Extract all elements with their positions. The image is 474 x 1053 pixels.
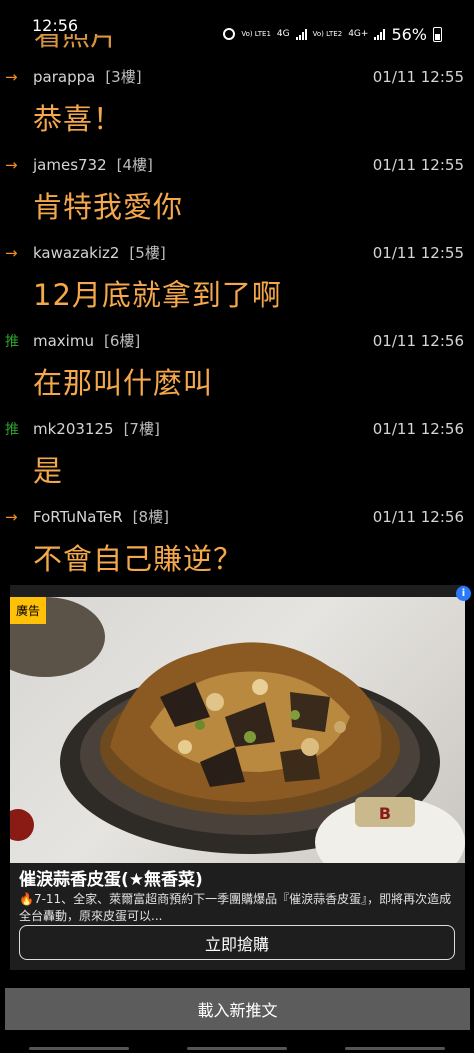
comment-header: → kawazakiz2 [5樓] 01/11 12:55 [5,242,464,263]
battery-percent: 56% [391,24,427,44]
comment-time: 01/11 12:55 [372,243,464,262]
push-tag: 推 [5,333,19,350]
arrow-icon: → [5,67,18,86]
battery-icon [433,26,442,42]
comment-time: 01/11 12:56 [372,419,464,438]
comment-list: → parappa [3樓] 01/11 12:55 恭喜！ → james73… [0,56,474,584]
network1-label: 4G [276,29,290,39]
volte-sim2-icon: Vo) LTE2 [312,30,343,38]
comment-text: 是 [33,454,64,488]
push-tag: 推 [5,421,19,438]
comment-item[interactable]: 推 mk203125 [7樓] 01/11 12:56 是 [0,408,474,496]
comment-time: 01/11 12:56 [372,507,464,526]
arrow-icon: → [5,507,18,526]
comment-time: 01/11 12:55 [372,155,464,174]
comment-text: 肯特我愛你 [33,190,184,224]
comment-header: 推 maximu [6樓] 01/11 12:56 [5,330,464,351]
comment-floor: [4樓] [116,156,153,174]
comment-time: 01/11 12:55 [372,67,464,86]
comment-item[interactable]: → kawazakiz2 [5樓] 01/11 12:55 12月底就拿到了啊 [0,232,474,320]
status-icons: Vo) LTE1 4G Vo) LTE2 4G+ 56% [223,16,442,52]
network2-label: 4G+ [348,29,369,39]
comment-user[interactable]: FoRTuNaTeR [33,508,123,526]
ad-card[interactable]: 廣告 B 催淚蒜香皮蛋(★無香菜) 🔥7-11、全家、萊爾富超商預約下一季團購爆… [10,585,465,970]
comment-item[interactable]: → james732 [4樓] 01/11 12:55 肯特我愛你 [0,144,474,232]
comment-text: 12月底就拿到了啊 [33,278,282,312]
buy-now-button[interactable]: 立即搶購 [19,925,455,960]
comment-text: 恭喜！ [33,102,124,136]
comment-header: → james732 [4樓] 01/11 12:55 [5,154,464,175]
comment-item[interactable]: → FoRTuNaTeR [8樓] 01/11 12:56 不會自己賺逆？ [0,496,474,584]
century-egg-dish-illustration: B [10,597,465,863]
comment-header: → FoRTuNaTeR [8樓] 01/11 12:56 [5,506,464,527]
comment-header: → parappa [3樓] 01/11 12:55 [5,66,464,87]
comment-time: 01/11 12:56 [372,331,464,350]
ad-info-icon[interactable]: i [456,586,471,601]
arrow-icon: → [5,243,18,262]
comment-floor: [6樓] [103,332,141,350]
status-bar: 12:56 Vo) LTE1 4G Vo) LTE2 4G+ 56% [0,0,474,52]
comment-floor: [7樓] [123,420,160,438]
comment-floor: [8樓] [132,508,169,526]
nav-back-handle[interactable] [345,1046,445,1050]
load-new-comments-button[interactable]: 載入新推文 [5,988,470,1030]
arrow-icon: → [5,155,18,174]
volte-sim1-icon: Vo) LTE1 [241,30,271,38]
ad-title[interactable]: 催淚蒜香皮蛋(★無香菜) [19,865,203,890]
signal1-icon [295,28,307,40]
comment-user[interactable]: parappa [33,68,95,86]
comment-item[interactable]: → parappa [3樓] 01/11 12:55 恭喜！ [0,56,474,144]
signal2-icon [374,28,386,40]
jar-label: B [379,804,391,823]
comment-user[interactable]: maximu [33,332,94,350]
system-nav-bar [0,1043,474,1053]
comment-text: 不會自己賺逆？ [33,542,244,576]
comment-floor: [5樓] [129,244,166,262]
status-time: 12:56 [32,16,79,35]
nav-home-handle[interactable] [187,1046,287,1050]
comment-user[interactable]: kawazakiz2 [33,244,119,262]
ad-product-image[interactable]: 廣告 B [10,597,465,863]
comment-header: 推 mk203125 [7樓] 01/11 12:56 [5,418,464,439]
comment-floor: [3樓] [105,68,142,86]
comment-item[interactable]: 推 maximu [6樓] 01/11 12:56 在那叫什麼叫 [0,320,474,408]
alarm-icon [223,28,236,40]
ad-label: 廣告 [10,597,47,624]
comment-user[interactable]: james732 [33,156,107,174]
ad-description: 🔥7-11、全家、萊爾富超商預約下一季團購爆品『催淚蒜香皮蛋』，即將再次造成全台… [19,892,452,923]
comment-text: 在那叫什麼叫 [33,366,214,400]
comment-user[interactable]: mk203125 [33,420,114,438]
nav-recent-handle[interactable] [29,1046,129,1050]
